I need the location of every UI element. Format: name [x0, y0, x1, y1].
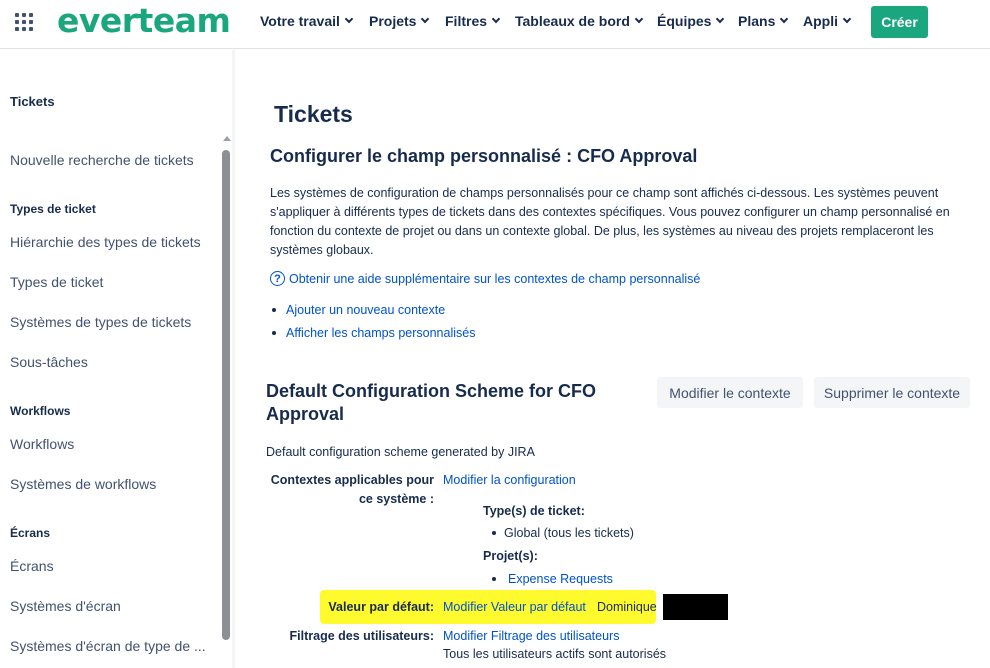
sidebar-item-workflow-schemes[interactable]: Systèmes de workflows	[10, 476, 156, 492]
nav-plans[interactable]: Plans	[738, 13, 789, 29]
main-content: Tickets Configurer le champ personnalisé…	[238, 50, 990, 668]
sidebar-scrollbar[interactable]	[221, 136, 231, 668]
chevron-down-icon	[344, 14, 354, 24]
page-title: Tickets	[274, 101, 353, 127]
ticket-types-label: Type(s) de ticket:	[483, 504, 585, 518]
sidebar-section-workflows: Workflows	[10, 404, 71, 418]
edit-default-value-link[interactable]: Modifier Valeur par défaut	[443, 600, 586, 614]
nav-apps[interactable]: Appli	[803, 13, 852, 29]
add-context-link-text: Ajouter un nouveau contexte	[286, 303, 446, 317]
project-link[interactable]: Expense Requests	[492, 572, 613, 586]
sidebar-item-screen-schemes[interactable]: Systèmes d'écran	[10, 598, 121, 614]
add-context-link[interactable]: Ajouter un nouveau contexte	[272, 303, 445, 317]
sidebar-item-ticket-types[interactable]: Types de ticket	[10, 274, 103, 290]
sidebar-title: Tickets	[10, 94, 55, 109]
logo[interactable]: everteam	[57, 1, 231, 40]
sidebar-item-issue-type-screen-schemes[interactable]: Systèmes d'écran de type de ...	[10, 638, 206, 654]
sidebar-item-subtasks[interactable]: Sous-tâches	[10, 354, 88, 370]
applicable-contexts-label: Contextes applicables pour ce système :	[270, 473, 434, 506]
edit-configuration-link[interactable]: Modifier la configuration	[443, 473, 576, 487]
nav-label: Plans	[738, 13, 776, 29]
chevron-down-icon	[491, 14, 501, 24]
nav-label: Équipes	[657, 13, 712, 29]
default-value-label: Valeur par défaut:	[328, 600, 434, 614]
sidebar-item-screens[interactable]: Écrans	[10, 558, 54, 574]
view-custom-fields-link[interactable]: Afficher les champs personnalisés	[272, 326, 475, 340]
nav-your-work[interactable]: Votre travail	[260, 13, 354, 29]
user-filter-label: Filtrage des utilisateurs:	[289, 629, 434, 643]
sidebar-item-new-search[interactable]: Nouvelle recherche de tickets	[10, 152, 194, 168]
default-value: Dominique	[597, 600, 657, 614]
chevron-down-icon	[634, 14, 644, 24]
nav-teams[interactable]: Équipes	[657, 13, 725, 29]
scheme-description: Default configuration scheme generated b…	[266, 445, 535, 459]
sidebar-item-workflows[interactable]: Workflows	[10, 436, 74, 452]
delete-context-button[interactable]: Supprimer le contexte	[814, 377, 970, 408]
edit-user-filter-link[interactable]: Modifier Filtrage des utilisateurs	[443, 629, 619, 643]
scheme-title: Default Configuration Scheme for CFO App…	[266, 381, 597, 424]
nav-label: Tableaux de bord	[515, 13, 630, 29]
sidebar-section-ticket-types: Types de ticket	[10, 202, 96, 216]
help-link[interactable]: ? Obtenir une aide supplémentaire sur le…	[270, 271, 700, 286]
bullet	[492, 577, 496, 581]
field-config-title: Configurer le champ personnalisé : CFO A…	[270, 146, 698, 166]
redaction-block	[663, 594, 728, 620]
bullet	[492, 531, 496, 535]
user-filter-value: Tous les utilisateurs actifs sont autori…	[443, 647, 667, 661]
nav-projects[interactable]: Projets	[369, 13, 430, 29]
edit-context-button[interactable]: Modifier le contexte	[657, 377, 803, 408]
create-button[interactable]: Créer	[871, 6, 928, 38]
nav-label: Projets	[369, 13, 417, 29]
app-switcher-icon[interactable]	[15, 13, 33, 31]
nav-label: Filtres	[445, 13, 488, 29]
description: Les systèmes de configuration de champs …	[270, 186, 950, 257]
chevron-down-icon	[780, 14, 789, 24]
help-link-text: Obtenir une aide supplémentaire sur les …	[289, 271, 701, 286]
ticket-types-value-text: Global (tous les tickets)	[504, 526, 634, 540]
projects-label: Projet(s):	[483, 549, 538, 563]
nav-label: Appli	[803, 13, 838, 29]
chevron-down-icon	[716, 14, 725, 24]
nav-label: Votre travail	[260, 13, 340, 29]
sidebar-item-ticket-type-schemes[interactable]: Systèmes de types de tickets	[10, 314, 191, 330]
view-custom-fields-link-text: Afficher les champs personnalisés	[286, 326, 476, 340]
top-navigation-bar: everteam Votre travail Projets Filtres T…	[0, 0, 990, 49]
chevron-down-icon	[842, 14, 852, 24]
help-icon: ?	[270, 271, 285, 286]
scrollbar-thumb[interactable]	[222, 150, 230, 640]
sidebar-item-ticket-type-hierarchy[interactable]: Hiérarchie des types de tickets	[10, 234, 201, 250]
scroll-up-arrow-icon[interactable]	[223, 136, 231, 141]
chevron-down-icon	[421, 14, 430, 24]
bullet	[272, 331, 276, 335]
project-link-text: Expense Requests	[508, 572, 613, 586]
nav-dashboards[interactable]: Tableaux de bord	[515, 13, 644, 29]
nav-filters[interactable]: Filtres	[445, 13, 501, 29]
sidebar-section-screens: Écrans	[10, 526, 51, 540]
sidebar: Tickets Nouvelle recherche de tickets Ty…	[0, 50, 235, 668]
ticket-types-value: Global (tous les tickets)	[492, 526, 634, 540]
bullet	[272, 308, 276, 312]
